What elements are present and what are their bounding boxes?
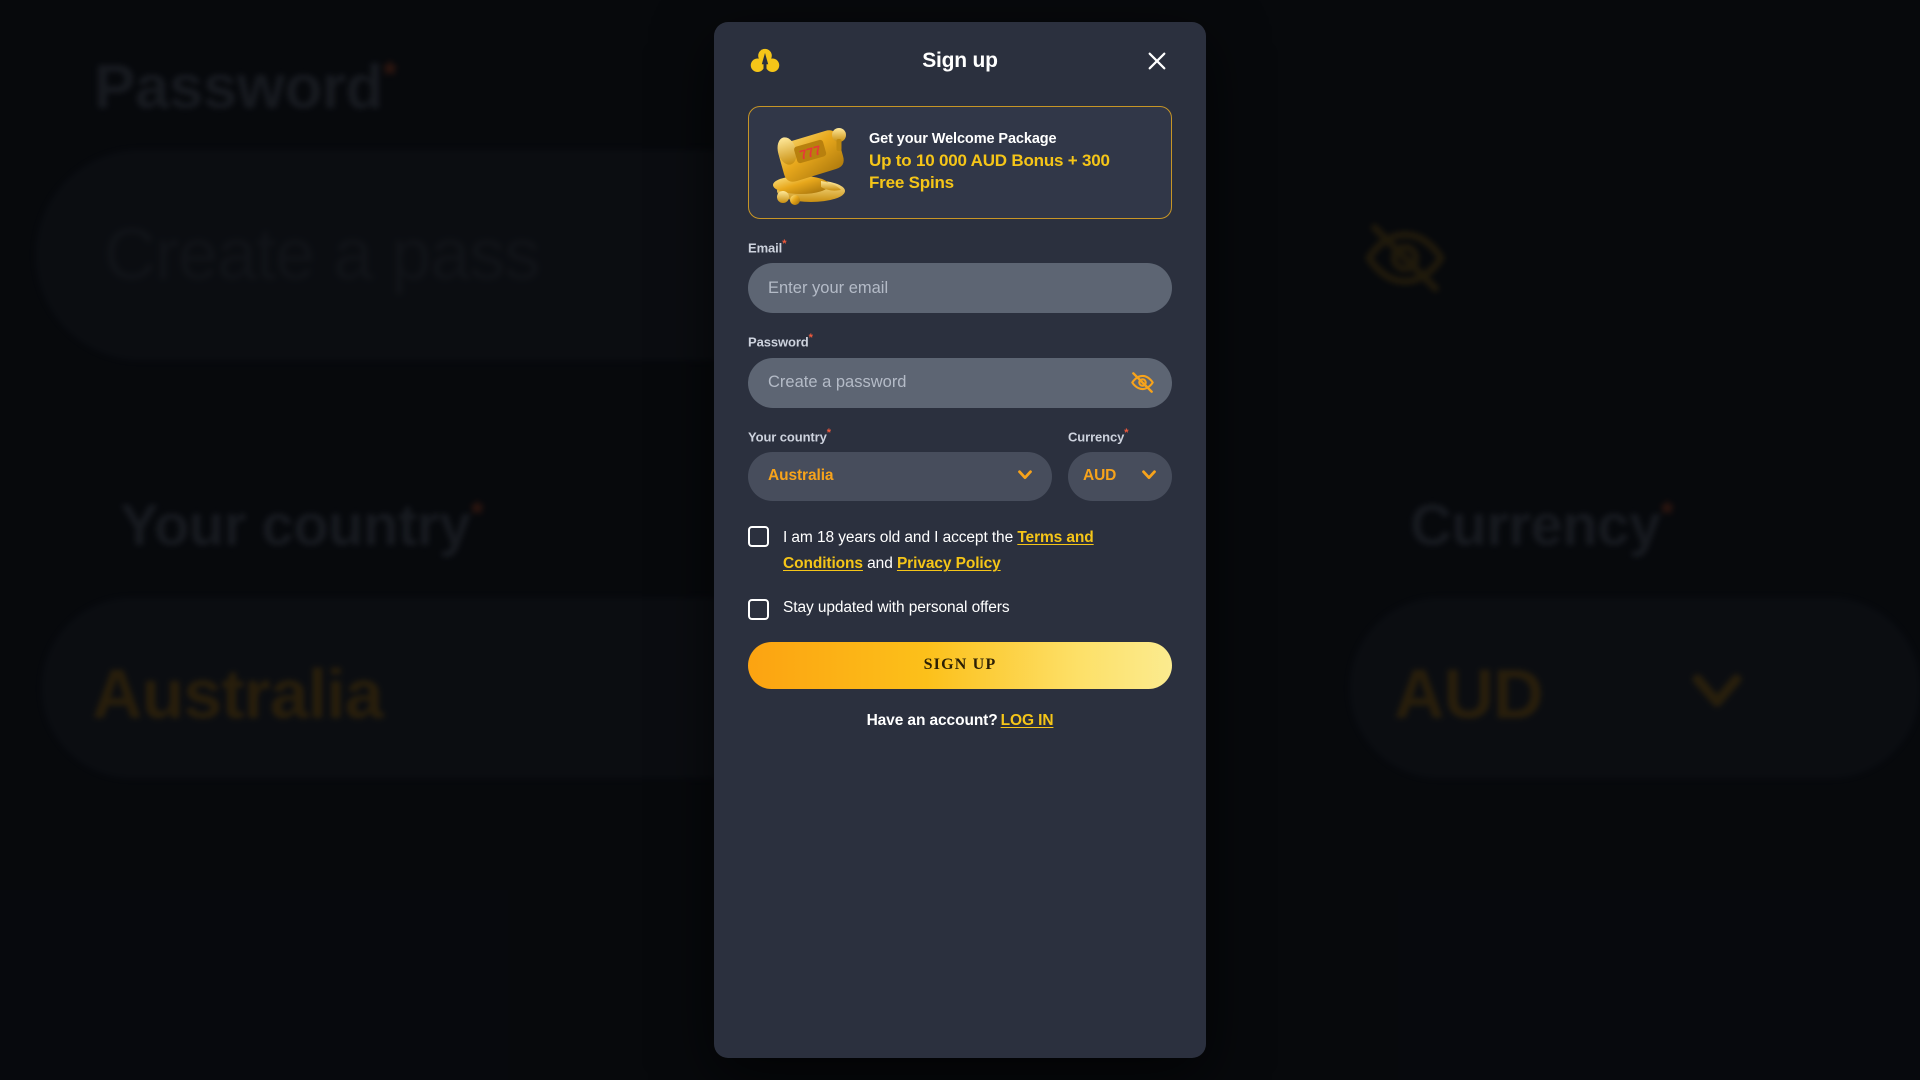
email-label: Email*	[748, 238, 787, 256]
personal-offers-checkbox[interactable]	[748, 598, 769, 620]
chevron-down-icon	[1014, 463, 1036, 490]
country-label: Your country*	[748, 426, 831, 444]
login-prompt: Have an account? LOG IN	[748, 712, 1172, 730]
country-field-group: Your country* Australia	[748, 427, 1052, 501]
password-input[interactable]	[748, 357, 1172, 408]
currency-field-group: Currency* AUD	[1068, 427, 1172, 501]
log-in-link[interactable]: LOG IN	[1001, 712, 1054, 729]
personal-offers-label: Stay updated with personal offers	[783, 599, 1010, 617]
email-input[interactable]	[748, 263, 1172, 314]
email-input-wrap	[748, 263, 1172, 314]
and-word: and	[867, 555, 893, 573]
age-terms-label: I am 18 years old and I accept the Terms…	[783, 525, 1172, 578]
required-marker: *	[1124, 426, 1129, 439]
age-terms-checkbox[interactable]	[748, 525, 769, 547]
currency-select[interactable]: AUD	[1068, 451, 1172, 501]
page-title: Sign up	[922, 49, 998, 72]
country-select[interactable]: Australia	[748, 451, 1052, 501]
age-terms-consent-row: I am 18 years old and I accept the Terms…	[748, 525, 1172, 578]
currency-selected-value: AUD	[1083, 467, 1117, 485]
club-logo-icon	[748, 44, 782, 78]
required-marker: *	[808, 332, 813, 345]
country-selected-value: Australia	[768, 467, 834, 485]
age-terms-prefix: I am 18 years old and I accept the	[783, 528, 1014, 546]
eye-off-icon[interactable]	[1128, 369, 1156, 397]
promo-text-block: Get your Welcome Package Up to 10 000 AU…	[869, 131, 1119, 194]
slot-machine-coins-icon: 777	[763, 117, 859, 209]
promo-title: Get your Welcome Package	[869, 131, 1057, 148]
required-marker: *	[782, 238, 787, 250]
password-field-group: Password*	[748, 332, 1172, 408]
currency-label: Currency*	[1068, 426, 1129, 444]
chevron-down-icon	[1138, 463, 1160, 490]
sign-up-button[interactable]: SIGN UP	[748, 641, 1172, 689]
promo-offer: Up to 10 000 AUD Bonus + 300 Free Spins	[869, 151, 1110, 192]
close-icon[interactable]	[1142, 46, 1172, 76]
password-label: Password*	[748, 332, 813, 350]
marketing-consent-row: Stay updated with personal offers	[748, 598, 1172, 620]
modal-header: Sign up	[748, 22, 1172, 100]
country-currency-row: Your country* Australia Currency* AUD	[748, 427, 1172, 501]
email-field-group: Email*	[748, 238, 1172, 314]
welcome-package-banner[interactable]: 777 Get your Welcome Package Up to 10 00…	[748, 106, 1172, 219]
privacy-policy-link[interactable]: Privacy Policy	[897, 555, 1001, 572]
required-marker: *	[826, 426, 831, 439]
login-prompt-text: Have an account?	[866, 711, 998, 729]
password-input-wrap	[748, 357, 1172, 408]
signup-modal: Sign up 777 Get your Welcome Package Up …	[714, 22, 1206, 1058]
